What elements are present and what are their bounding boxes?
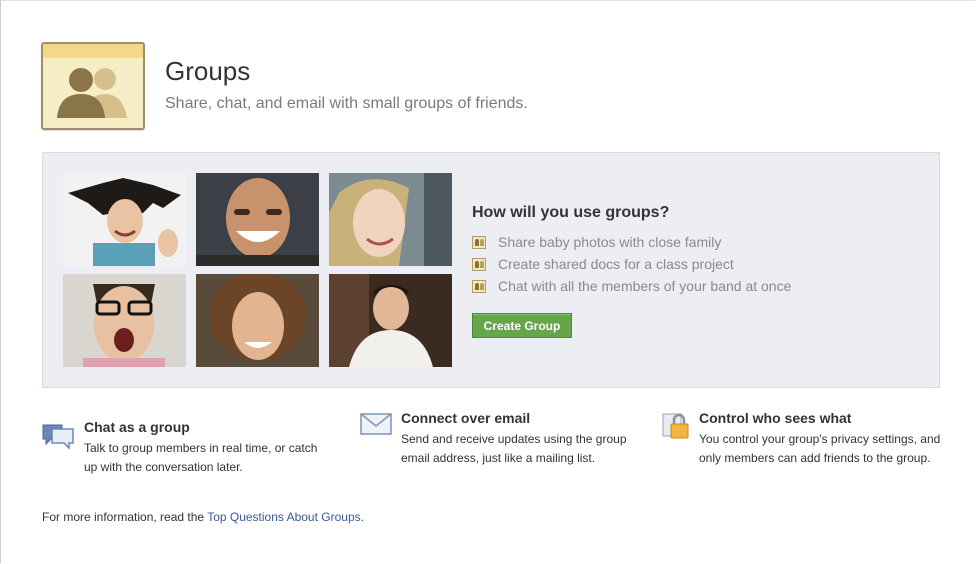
photo-man-sitting — [329, 274, 452, 367]
use-item-label: Create shared docs for a class project — [498, 256, 734, 272]
feature-desc: You control your group's privacy setting… — [699, 432, 941, 465]
feature-desc: Send and receive updates using the group… — [401, 432, 627, 465]
photo-blonde-woman — [329, 173, 452, 266]
page-subtitle: Share, chat, and email with small groups… — [165, 95, 528, 112]
use-item-label: Chat with all the members of your band a… — [498, 278, 792, 294]
use-item: Create shared docs for a class project — [472, 253, 791, 275]
promo-question: How will you use groups? — [472, 204, 670, 221]
feature-chat: Chat as a group Talk to group members in… — [84, 419, 334, 477]
group-bullet-icon — [472, 235, 486, 249]
footer-prefix: For more information, read the — [42, 510, 208, 524]
page-title: Groups — [165, 56, 251, 86]
group-bullet-icon — [472, 257, 486, 271]
group-bullet-icon — [472, 279, 486, 293]
feature-title: Connect over email — [401, 410, 531, 426]
photo-woman-hair-flying — [63, 173, 186, 266]
photo-curly-hair-man — [196, 274, 319, 367]
feature-email: Connect over email Send and receive upda… — [401, 410, 631, 468]
feature-title: Control who sees what — [699, 410, 852, 426]
padlock-icon — [662, 412, 690, 445]
uses-list: Share baby photos with close family Crea… — [472, 231, 791, 297]
top-questions-link[interactable]: Top Questions About Groups — [207, 510, 360, 524]
use-item: Share baby photos with close family — [472, 231, 791, 253]
speech-bubbles-icon — [42, 421, 74, 456]
photo-smiling-man — [196, 173, 319, 266]
envelope-icon — [360, 413, 392, 440]
feature-desc: Talk to group members in real time, or c… — [84, 441, 318, 474]
footer-suffix: . — [360, 510, 364, 524]
create-group-button[interactable]: Create Group — [472, 313, 572, 338]
use-item-label: Share baby photos with close family — [498, 234, 722, 250]
feature-title: Chat as a group — [84, 419, 190, 435]
groups-icon — [41, 42, 145, 130]
photo-man-glasses — [63, 274, 186, 367]
use-item: Chat with all the members of your band a… — [472, 275, 791, 297]
footer-info: For more information, read the Top Quest… — [42, 510, 364, 524]
feature-privacy: Control who sees what You control your g… — [699, 410, 949, 468]
